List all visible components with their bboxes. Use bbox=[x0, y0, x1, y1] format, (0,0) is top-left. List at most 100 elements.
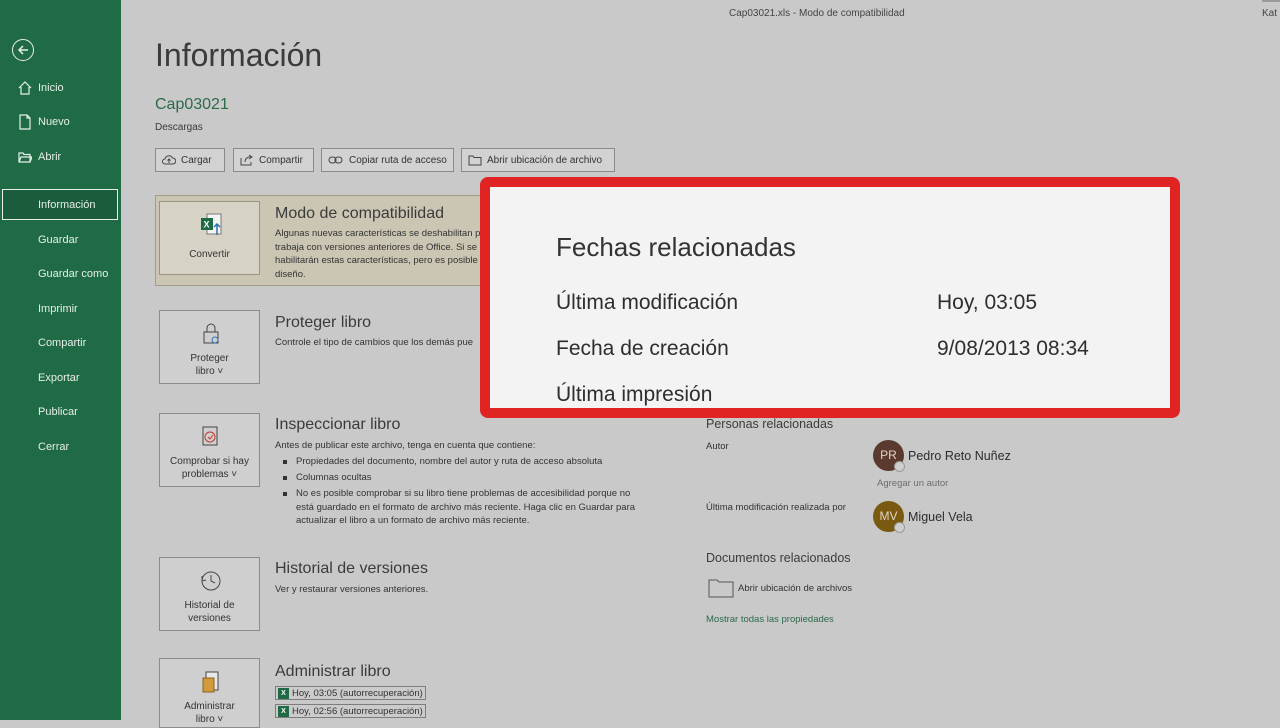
show-all-properties-link[interactable]: Mostrar todas las propiedades bbox=[706, 614, 834, 625]
sidebar-item-label: Guardar como bbox=[38, 268, 109, 280]
sidebar-item-nuevo[interactable]: Nuevo bbox=[0, 106, 121, 138]
check-issues-label-line1: Comprobar si hay bbox=[170, 456, 249, 467]
home-icon bbox=[18, 81, 32, 95]
inspect-bullet: Columnas ocultas bbox=[283, 471, 641, 485]
sidebar-item-label: Compartir bbox=[38, 337, 87, 349]
history-icon bbox=[201, 571, 221, 591]
modified-by-name[interactable]: Miguel Vela bbox=[908, 510, 973, 524]
check-issues-label-line2: problemas ˅ bbox=[181, 469, 238, 480]
last-modified-label: Última modificación bbox=[556, 291, 739, 314]
inspect-bullet-list: Propiedades del documento, nombre del au… bbox=[283, 455, 641, 530]
user-name[interactable]: Kat bbox=[1262, 8, 1277, 19]
desc-line: habilitarán estas características, pero … bbox=[275, 255, 478, 266]
sidebar-item-label: Nuevo bbox=[38, 116, 70, 128]
related-dates-title: Fechas relacionadas bbox=[556, 232, 796, 262]
sidebar-item-guardar[interactable]: Guardar bbox=[0, 224, 121, 256]
avatar[interactable]: PR bbox=[873, 440, 905, 472]
sidebar-item-label: Exportar bbox=[38, 372, 80, 384]
share-label: Compartir bbox=[259, 154, 303, 166]
open-files-location-label: Abrir ubicación de archivos bbox=[738, 582, 853, 594]
check-issues-button[interactable]: Comprobar si hay problemas ˅ bbox=[159, 413, 260, 487]
open-file-location-label: Abrir ubicación de archivo bbox=[487, 154, 603, 166]
sidebar-item-exportar[interactable]: Exportar bbox=[0, 362, 121, 394]
sidebar-item-imprimir[interactable]: Imprimir bbox=[0, 293, 121, 325]
check-issues-label: Comprobar si hay problemas ˅ bbox=[162, 455, 257, 481]
desc-line: trabaja con versiones anteriores de Offi… bbox=[275, 241, 478, 253]
sidebar-item-label: Información bbox=[38, 198, 96, 211]
lock-icon bbox=[203, 323, 219, 344]
avatar[interactable]: MV bbox=[873, 501, 905, 533]
desc-line: Algunas nuevas características se deshab… bbox=[275, 228, 481, 239]
inspect-description: Antes de publicar este archivo, tenga en… bbox=[275, 440, 536, 451]
protect-label-line2: libro ˅ bbox=[195, 366, 224, 377]
autorecover-version[interactable]: X Hoy, 02:56 (autorrecuperación) bbox=[275, 704, 426, 718]
manage-title: Administrar libro bbox=[275, 663, 391, 680]
created-date-value: 9/08/2013 08:34 bbox=[937, 337, 1089, 360]
manage-workbook-button[interactable]: Administrar libro ˅ bbox=[159, 658, 260, 728]
version-history-label-line1: Historial de bbox=[184, 600, 235, 611]
back-arrow-icon[interactable] bbox=[12, 39, 34, 61]
author-label: Autor bbox=[706, 441, 729, 452]
manage-workbook-label: Administrar libro ˅ bbox=[162, 700, 257, 726]
add-author-link[interactable]: Agregar un autor bbox=[877, 478, 948, 489]
last-modified-value: Hoy, 03:05 bbox=[937, 291, 1038, 314]
avatar-initials: PR bbox=[880, 448, 897, 462]
protect-description: Controle el tipo de cambios que los demá… bbox=[275, 337, 474, 348]
avatar-initials: MV bbox=[879, 509, 898, 523]
link-icon bbox=[328, 156, 343, 164]
compatibility-description: Algunas nuevas características se deshab… bbox=[275, 227, 485, 281]
upload-button[interactable]: Cargar bbox=[155, 148, 225, 172]
history-description: Ver y restaurar versiones anteriores. bbox=[275, 584, 429, 595]
sidebar-item-guardar-como[interactable]: Guardar como bbox=[0, 258, 121, 290]
excel-convert-icon: X bbox=[201, 213, 222, 235]
protect-label: Proteger libro ˅ bbox=[162, 352, 257, 378]
last-printed-label: Última impresión bbox=[556, 383, 713, 406]
compatibility-title: Modo de compatibilidad bbox=[275, 205, 444, 222]
svg-text:X: X bbox=[204, 220, 210, 230]
file-location: Descargas bbox=[155, 122, 203, 133]
upload-label: Cargar bbox=[181, 154, 212, 166]
convert-button[interactable]: X Convertir bbox=[159, 201, 260, 275]
autorecover-version[interactable]: X Hoy, 03:05 (autorrecuperación) bbox=[275, 686, 426, 700]
sidebar-item-label: Cerrar bbox=[38, 441, 70, 453]
backstage-sidebar: Inicio Nuevo Abrir Información Guardar G… bbox=[0, 0, 121, 720]
related-dates-callout: Fechas relacionadas Última modificación … bbox=[480, 177, 1180, 418]
copy-path-label: Copiar ruta de acceso bbox=[349, 154, 447, 166]
inspect-bullet: No es posible comprobar si su libro tien… bbox=[283, 487, 641, 528]
sidebar-item-abrir[interactable]: Abrir bbox=[0, 141, 121, 173]
sidebar-item-cerrar[interactable]: Cerrar bbox=[0, 431, 121, 463]
excel-file-icon: X bbox=[278, 705, 289, 717]
window-title: Cap03021.xls - Modo de compatibilidad bbox=[729, 8, 905, 19]
page-title: Información bbox=[155, 37, 323, 73]
sidebar-item-compartir[interactable]: Compartir bbox=[0, 327, 121, 359]
manage-workbook-icon bbox=[202, 671, 219, 693]
manage-workbook-label-line1: Administrar bbox=[184, 701, 235, 712]
copy-path-button[interactable]: Copiar ruta de acceso bbox=[321, 148, 454, 172]
open-folder-icon bbox=[18, 152, 32, 163]
related-docs-heading: Documentos relacionados bbox=[706, 551, 851, 565]
folder-icon bbox=[708, 579, 734, 598]
share-button[interactable]: Compartir bbox=[233, 148, 314, 172]
version-history-label: Historial de versiones bbox=[162, 599, 257, 625]
history-title: Historial de versiones bbox=[275, 560, 428, 577]
open-files-location-link[interactable]: Abrir ubicación de archivos bbox=[708, 578, 852, 598]
created-date-label: Fecha de creación bbox=[556, 337, 729, 360]
version-history-label-line2: versiones bbox=[188, 613, 231, 624]
version-history-button[interactable]: Historial de versiones bbox=[159, 557, 260, 631]
sidebar-item-publicar[interactable]: Publicar bbox=[0, 396, 121, 428]
version-label: Hoy, 02:56 (autorrecuperación) bbox=[292, 705, 423, 717]
title-divider bbox=[1262, 0, 1280, 2]
inspect-bullet: Propiedades del documento, nombre del au… bbox=[283, 455, 641, 469]
sidebar-item-label: Imprimir bbox=[38, 303, 78, 315]
excel-file-icon: X bbox=[278, 687, 289, 699]
sidebar-item-informacion[interactable]: Información bbox=[2, 189, 118, 220]
protect-workbook-button[interactable]: Proteger libro ˅ bbox=[159, 310, 260, 384]
open-file-location-button[interactable]: Abrir ubicación de archivo bbox=[461, 148, 615, 172]
sidebar-item-label: Abrir bbox=[38, 151, 62, 163]
sidebar-item-inicio[interactable]: Inicio bbox=[0, 72, 121, 104]
sidebar-item-label: Guardar bbox=[38, 234, 79, 246]
folder-icon bbox=[468, 155, 482, 165]
share-icon bbox=[240, 154, 253, 166]
author-name[interactable]: Pedro Reto Nuñez bbox=[908, 449, 1011, 463]
inspect-document-icon bbox=[202, 426, 218, 446]
